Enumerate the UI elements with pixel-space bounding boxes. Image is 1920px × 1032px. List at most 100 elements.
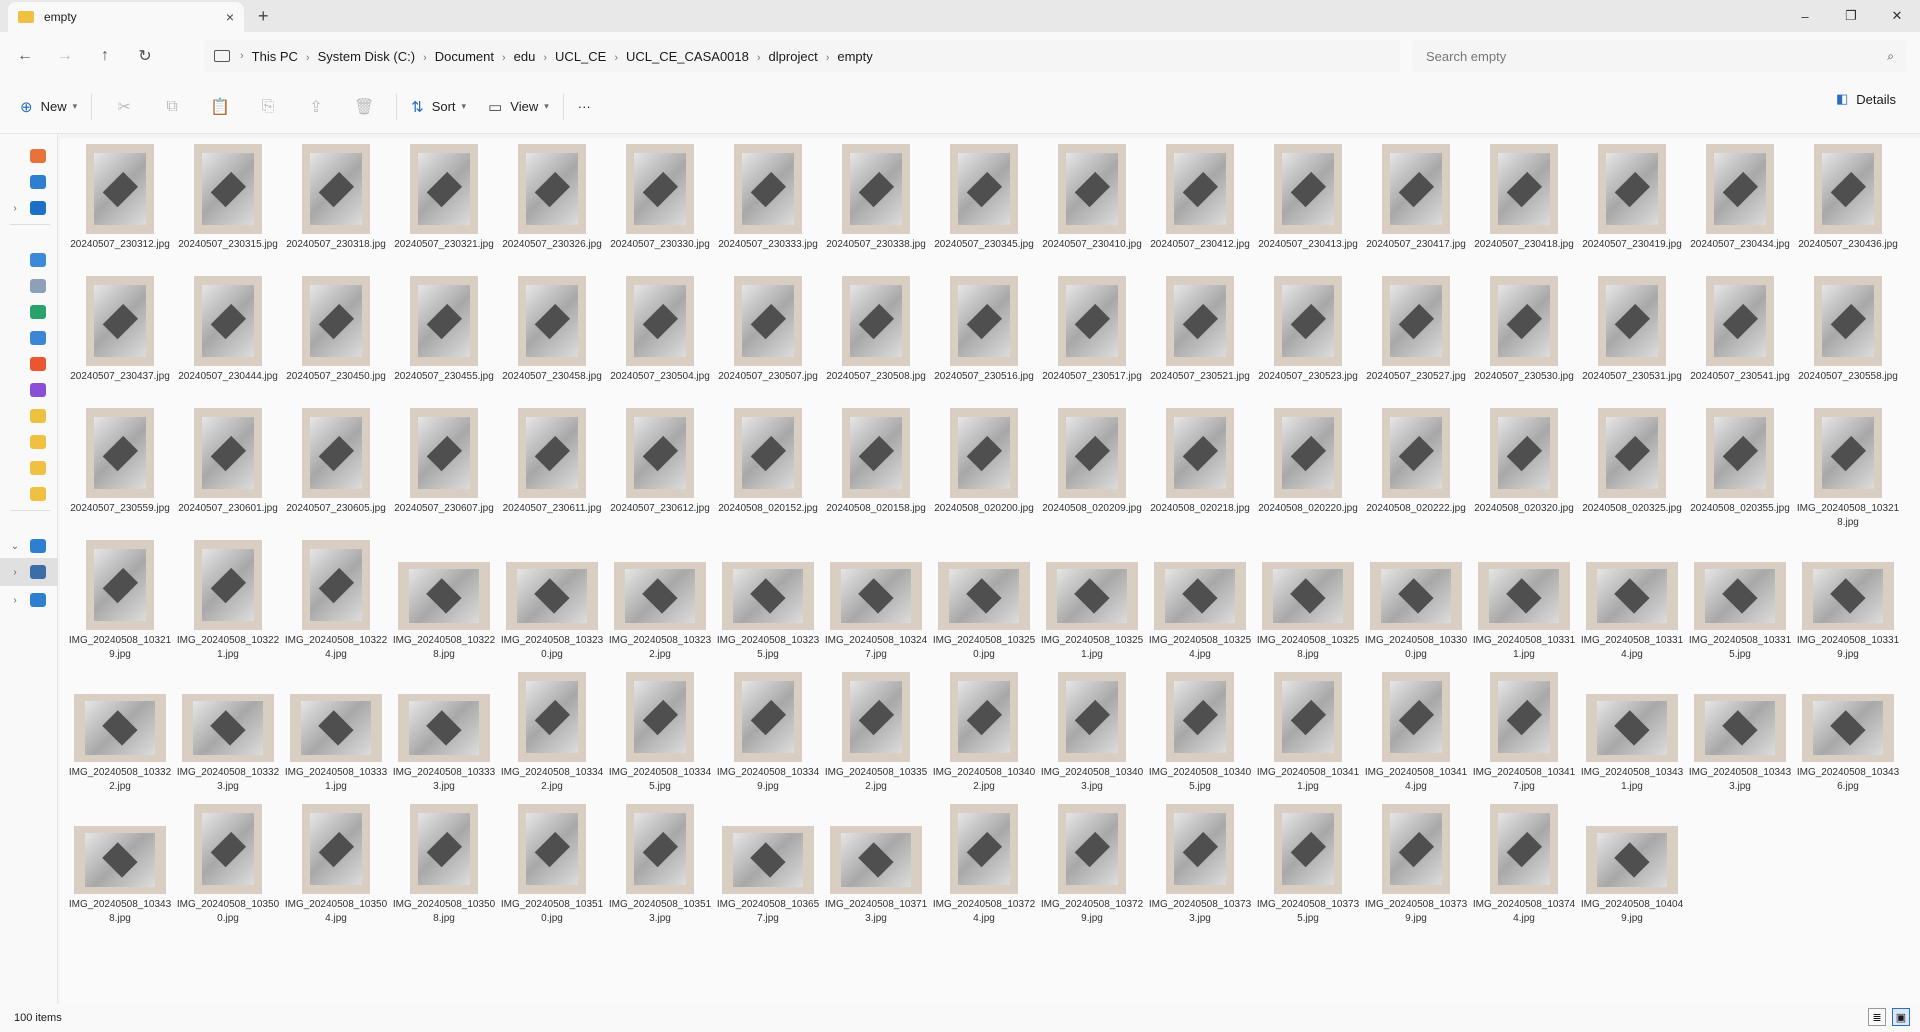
file-item[interactable]: 20240508_020158.jpg <box>822 408 930 540</box>
file-item[interactable]: 20240508_020325.jpg <box>1578 408 1686 540</box>
sidebar-item-documents[interactable] <box>0 272 58 300</box>
forward-button[interactable]: → <box>50 41 80 71</box>
file-item[interactable]: IMG_20240508_103352.jpg <box>822 672 930 804</box>
chevron-right-icon[interactable]: › <box>240 50 244 62</box>
file-item[interactable]: 20240507_230607.jpg <box>390 408 498 540</box>
file-item[interactable]: IMG_20240508_103322.jpg <box>66 672 174 804</box>
file-item[interactable]: IMG_20240508_103510.jpg <box>498 804 606 936</box>
file-item[interactable]: IMG_20240508_103733.jpg <box>1146 804 1254 936</box>
file-item[interactable]: IMG_20240508_103311.jpg <box>1470 540 1578 672</box>
sidebar-item-desktop[interactable] <box>0 246 58 274</box>
file-item[interactable]: IMG_20240508_103438.jpg <box>66 804 174 936</box>
file-item[interactable]: IMG_20240508_103232.jpg <box>606 540 714 672</box>
breadcrumb-item[interactable]: UCL_CE_CASA0018 <box>626 49 749 64</box>
sidebar-item-folder[interactable] <box>0 454 58 482</box>
details-button[interactable]: ◧ Details <box>1836 91 1896 107</box>
file-item[interactable]: IMG_20240508_103221.jpg <box>174 540 282 672</box>
file-item[interactable]: IMG_20240508_103342.jpg <box>498 672 606 804</box>
file-item[interactable]: 20240507_230517.jpg <box>1038 276 1146 408</box>
file-item[interactable]: IMG_20240508_103345.jpg <box>606 672 714 804</box>
close-button[interactable]: ✕ <box>1874 0 1920 32</box>
sidebar-item-drive[interactable]: › <box>0 558 58 586</box>
file-item[interactable]: 20240507_230330.jpg <box>606 144 714 276</box>
expand-chevron-icon[interactable]: › <box>0 203 30 214</box>
sort-button[interactable]: ⇅ Sort ▾ <box>405 91 472 123</box>
file-item[interactable]: IMG_20240508_103314.jpg <box>1578 540 1686 672</box>
file-item[interactable]: IMG_20240508_103431.jpg <box>1578 672 1686 804</box>
file-item[interactable]: IMG_20240508_103729.jpg <box>1038 804 1146 936</box>
details-view-icon[interactable]: ≣ <box>1868 1008 1886 1026</box>
file-item[interactable]: IMG_20240508_103504.jpg <box>282 804 390 936</box>
sidebar-item-folder[interactable] <box>0 402 58 430</box>
file-item[interactable]: 20240507_230601.jpg <box>174 408 282 540</box>
file-item[interactable]: IMG_20240508_103508.jpg <box>390 804 498 936</box>
more-options-button[interactable]: ··· <box>572 91 597 123</box>
new-button[interactable]: ⊕ New ▾ <box>14 91 83 123</box>
paste-icon[interactable]: 📋 <box>196 91 244 123</box>
file-item[interactable]: 20240507_230338.jpg <box>822 144 930 276</box>
share-icon[interactable]: ⇪ <box>292 91 340 123</box>
file-item[interactable]: 20240507_230504.jpg <box>606 276 714 408</box>
view-button[interactable]: ▭ View ▾ <box>482 91 555 123</box>
file-item[interactable]: 20240507_230410.jpg <box>1038 144 1146 276</box>
breadcrumb-item[interactable]: empty <box>837 49 872 64</box>
file-item[interactable]: 20240507_230318.jpg <box>282 144 390 276</box>
tab-empty[interactable]: empty × <box>8 2 244 32</box>
file-item[interactable]: IMG_20240508_103436.jpg <box>1794 672 1902 804</box>
file-item[interactable]: 20240507_230530.jpg <box>1470 276 1578 408</box>
file-item[interactable]: 20240507_230516.jpg <box>930 276 1038 408</box>
chevron-right-icon[interactable]: › <box>543 52 547 64</box>
file-item[interactable]: IMG_20240508_103235.jpg <box>714 540 822 672</box>
file-item[interactable]: IMG_20240508_103744.jpg <box>1470 804 1578 936</box>
file-item[interactable]: IMG_20240508_103250.jpg <box>930 540 1038 672</box>
maximize-button[interactable]: ❐ <box>1828 0 1874 32</box>
file-item[interactable]: 20240507_230412.jpg <box>1146 144 1254 276</box>
file-item[interactable]: IMG_20240508_103247.jpg <box>822 540 930 672</box>
file-item[interactable]: 20240507_230413.jpg <box>1254 144 1362 276</box>
new-tab-button[interactable]: + <box>258 6 269 27</box>
file-item[interactable]: 20240508_020200.jpg <box>930 408 1038 540</box>
file-item[interactable]: IMG_20240508_103323.jpg <box>174 672 282 804</box>
chevron-right-icon[interactable]: › <box>826 52 830 64</box>
sidebar-item-folder[interactable] <box>0 480 58 508</box>
file-item[interactable]: IMG_20240508_104049.jpg <box>1578 804 1686 936</box>
file-item[interactable]: IMG_20240508_103403.jpg <box>1038 672 1146 804</box>
breadcrumb-item[interactable]: System Disk (C:) <box>318 49 416 64</box>
file-item[interactable]: IMG_20240508_103405.jpg <box>1146 672 1254 804</box>
breadcrumb-item[interactable]: edu <box>514 49 536 64</box>
file-item[interactable]: IMG_20240508_103433.jpg <box>1686 672 1794 804</box>
sidebar-item-folder[interactable] <box>0 428 58 456</box>
file-item[interactable]: IMG_20240508_103230.jpg <box>498 540 606 672</box>
file-item[interactable]: IMG_20240508_103254.jpg <box>1146 540 1254 672</box>
file-item[interactable]: 20240507_230508.jpg <box>822 276 930 408</box>
file-item[interactable]: 20240508_020220.jpg <box>1254 408 1362 540</box>
file-item[interactable]: IMG_20240508_103349.jpg <box>714 672 822 804</box>
file-item[interactable]: 20240508_020209.jpg <box>1038 408 1146 540</box>
file-item[interactable]: IMG_20240508_103713.jpg <box>822 804 930 936</box>
sidebar-item-videos[interactable] <box>0 376 58 404</box>
file-item[interactable]: IMG_20240508_103739.jpg <box>1362 804 1470 936</box>
sidebar-item-network[interactable]: › <box>0 586 58 614</box>
back-button[interactable]: ← <box>10 41 40 71</box>
file-item[interactable]: 20240507_230507.jpg <box>714 276 822 408</box>
file-item[interactable]: IMG_20240508_103657.jpg <box>714 804 822 936</box>
file-item[interactable]: 20240508_020218.jpg <box>1146 408 1254 540</box>
chevron-right-icon[interactable]: › <box>757 52 761 64</box>
file-item[interactable]: IMG_20240508_103315.jpg <box>1686 540 1794 672</box>
chevron-right-icon[interactable]: › <box>502 52 506 64</box>
up-button[interactable]: ↑ <box>90 41 120 71</box>
file-item[interactable]: IMG_20240508_103417.jpg <box>1470 672 1578 804</box>
cut-icon[interactable]: ✂ <box>100 91 148 123</box>
file-item[interactable]: 20240507_230455.jpg <box>390 276 498 408</box>
chevron-right-icon[interactable]: › <box>306 52 310 64</box>
file-item[interactable]: 20240507_230611.jpg <box>498 408 606 540</box>
file-item[interactable]: 20240507_230417.jpg <box>1362 144 1470 276</box>
breadcrumb-item[interactable]: dlproject <box>769 49 818 64</box>
sidebar-item-gallery[interactable] <box>0 168 58 196</box>
file-item[interactable]: 20240507_230558.jpg <box>1794 276 1902 408</box>
tab-close-button[interactable]: × <box>226 9 234 25</box>
file-item[interactable]: IMG_20240508_103331.jpg <box>282 672 390 804</box>
breadcrumb-item[interactable]: UCL_CE <box>555 49 606 64</box>
breadcrumb[interactable]: › This PC › System Disk (C:) › Document › edu ›… <box>204 40 1400 72</box>
large-icons-view-icon[interactable]: ▣ <box>1892 1008 1910 1026</box>
